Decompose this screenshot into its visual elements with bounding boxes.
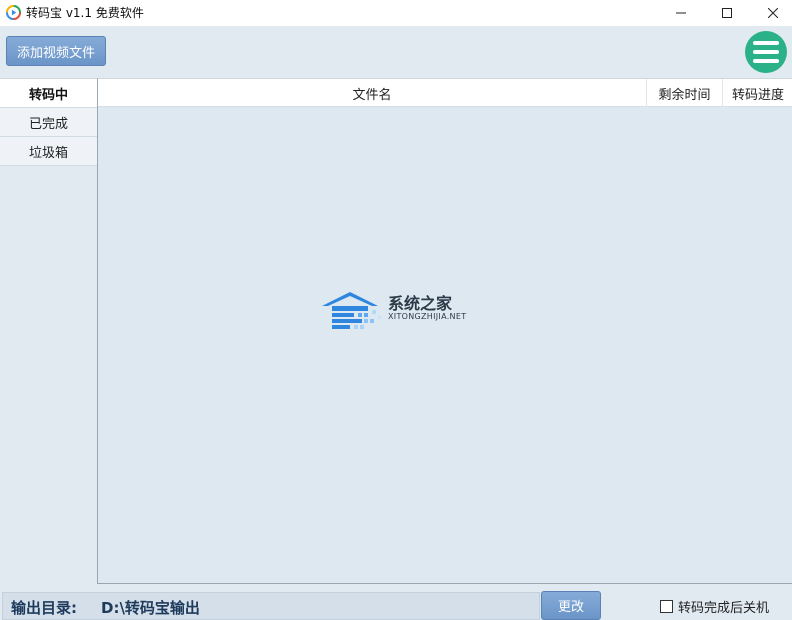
shutdown-label[interactable]: 转码完成后关机: [678, 597, 769, 616]
sidebar: 转码中 已完成 垃圾箱: [0, 78, 97, 584]
toolbar: 添加视频文件: [0, 26, 792, 78]
close-button[interactable]: [750, 0, 792, 26]
sidebar-item-completed[interactable]: 已完成: [0, 108, 97, 137]
window-title: 转码宝 v1.1 免费软件: [26, 6, 144, 20]
column-header-remaining-time[interactable]: 剩余时间: [646, 79, 722, 107]
column-header-progress[interactable]: 转码进度: [722, 79, 792, 107]
maximize-icon: [722, 8, 732, 18]
shutdown-after-complete[interactable]: 转码完成后关机: [660, 597, 769, 616]
hamburger-menu-icon: [753, 41, 779, 45]
minimize-button[interactable]: [658, 0, 704, 26]
sidebar-item-transcoding[interactable]: 转码中: [0, 79, 97, 108]
add-video-button[interactable]: 添加视频文件: [6, 36, 106, 66]
shutdown-checkbox[interactable]: [660, 600, 673, 613]
output-directory-label: 输出目录:: [11, 599, 77, 617]
file-list[interactable]: 文件名 剩余时间 转码进度 系统之家 XITONGZHIJIA.NET: [97, 78, 792, 584]
minimize-icon: [676, 12, 686, 14]
hamburger-menu-icon-bar: [753, 59, 779, 63]
menu-button[interactable]: [745, 31, 787, 73]
hamburger-menu-icon-bar: [753, 50, 779, 54]
watermark: 系统之家 XITONGZHIJIA.NET: [320, 286, 470, 338]
sidebar-item-trash[interactable]: 垃圾箱: [0, 137, 97, 166]
maximize-button[interactable]: [704, 0, 750, 26]
output-directory-box: 输出目录: D:\转码宝输出: [2, 592, 540, 620]
watermark-subtitle: XITONGZHIJIA.NET: [388, 312, 467, 321]
watermark-title: 系统之家: [388, 294, 453, 313]
close-icon: [768, 8, 778, 18]
house-logo-icon: [322, 292, 381, 329]
column-header-filename[interactable]: 文件名: [98, 79, 646, 107]
change-directory-button[interactable]: 更改: [541, 591, 601, 620]
status-bar: 输出目录: D:\转码宝输出 更改 转码完成后关机: [0, 584, 792, 620]
output-directory-path: D:\转码宝输出: [101, 599, 200, 617]
app-logo-icon: [6, 5, 21, 20]
table-header: 文件名 剩余时间 转码进度: [98, 79, 792, 107]
title-bar: 转码宝 v1.1 免费软件: [0, 0, 792, 26]
